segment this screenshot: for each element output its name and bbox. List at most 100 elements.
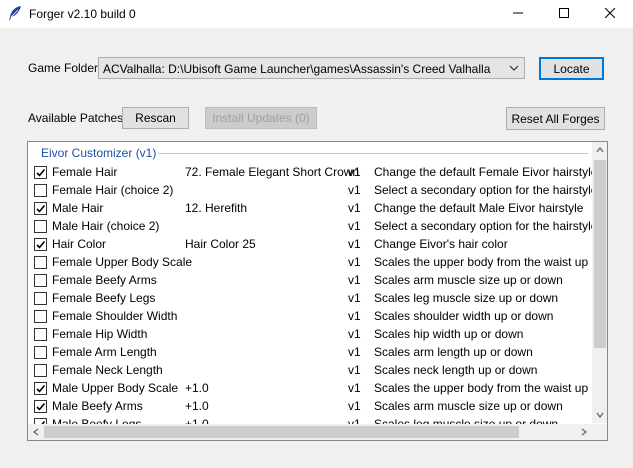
list-item[interactable]: Hair Color Hair Color 25 v1 Change Eivor's … [28,235,592,253]
patch-version: v1 [348,381,361,395]
game-folder-value: ACValhalla: D:\Ubisoft Game Launcher\gam… [103,62,491,76]
row-checkbox[interactable] [34,292,47,305]
row-checkbox[interactable] [34,238,47,251]
list-item[interactable]: Male Upper Body Scale +1.0 v1 Scales the up… [28,379,592,397]
patch-version: v1 [348,183,361,197]
window-title: Forger v2.10 build 0 [29,7,136,21]
patch-name: Male Hair [52,201,104,215]
list-item[interactable]: Female Shoulder Width v1 Scales shoulder w… [28,307,592,325]
patch-version: v1 [348,255,361,269]
game-folder-label: Game Folder [28,61,99,75]
row-checkbox[interactable] [34,400,47,413]
scroll-down-icon[interactable] [592,407,607,423]
row-checkbox[interactable] [34,220,47,233]
patch-version: v1 [348,237,361,251]
patch-list[interactable]: Eivor Customizer (v1) Female Hair 72. Fem… [27,141,608,441]
group-divider [158,153,588,154]
patch-version: v1 [348,309,361,323]
patch-version: v1 [348,219,361,233]
patch-description: Scales the upper body from the waist up [374,255,589,269]
list-item[interactable]: Male Beefy Arms +1.0 v1 Scales arm muscle s… [28,397,592,415]
patch-name: Female Neck Length [52,363,163,377]
patch-name: Female Hair [52,165,118,179]
patch-description: Scales neck length up or down [374,363,538,377]
vertical-scrollbar[interactable] [592,142,607,423]
patch-name: Female Hip Width [52,327,148,341]
horizontal-scroll-thumb[interactable] [44,426,519,438]
patch-description: Change the default Male Eivor hairstyle [374,201,584,215]
group-header: Eivor Customizer (v1) [41,146,157,160]
patch-name: Female Shoulder Width [52,309,178,323]
patch-description: Scales arm muscle size up or down [374,399,563,413]
patch-name: Female Upper Body Scale [52,255,193,269]
patch-description: Change the default Female Eivor hairstyl… [374,165,592,179]
patch-name: Female Arm Length [52,345,157,359]
patch-version: v1 [348,273,361,287]
patch-name: Female Beefy Legs [52,291,156,305]
row-checkbox[interactable] [34,346,47,359]
patch-value: 72. Female Elegant Short Crown [185,165,360,179]
patch-version: v1 [348,327,361,341]
patch-description: Select a secondary option for the hairst… [374,183,592,197]
patch-description: Scales leg muscle size up or down [374,291,559,305]
patch-value: 12. Herefith [185,201,248,215]
patch-version: v1 [348,345,361,359]
maximize-button[interactable] [541,0,587,28]
list-item[interactable]: Female Beefy Legs v1 Scales leg muscle siz… [28,289,592,307]
install-updates-button[interactable]: Install Updates (0) [205,107,317,129]
scroll-corner [592,424,607,440]
quill-feather-icon [7,5,23,21]
patch-version: v1 [348,399,361,413]
row-checkbox[interactable] [34,184,47,197]
list-item[interactable]: Male Hair (choice 2) v1 Select a secondary… [28,217,592,235]
reset-all-forges-button[interactable]: Reset All Forges [506,107,605,130]
rescan-button[interactable]: Rescan [122,107,189,129]
scroll-left-icon[interactable] [28,424,44,440]
patch-name: Female Hair (choice 2) [52,183,174,197]
patch-version: v1 [348,291,361,305]
row-checkbox[interactable] [34,202,47,215]
row-checkbox[interactable] [34,274,47,287]
list-item[interactable]: Female Upper Body Scale v1 Scales the uppe… [28,253,592,271]
list-item[interactable]: Female Arm Length v1 Scales arm length up … [28,343,592,361]
patch-name: Female Beefy Arms [52,273,157,287]
patch-version: v1 [348,363,361,377]
list-item[interactable]: Female Hip Width v1 Scales hip width up or… [28,325,592,343]
patch-description: Change Eivor's hair color [374,237,508,251]
list-item[interactable]: Female Beefy Arms v1 Scales arm muscle siz… [28,271,592,289]
game-folder-select[interactable]: ACValhalla: D:\Ubisoft Game Launcher\gam… [98,57,525,79]
patch-name: Hair Color [52,237,107,251]
list-item[interactable]: Female Hair (choice 2) v1 Select a seconda… [28,181,592,199]
close-icon [604,7,616,21]
available-patches-label: Available Patches [28,111,124,125]
maximize-icon [559,7,569,21]
patch-description: Scales arm muscle size up or down [374,273,563,287]
patch-name: Male Hair (choice 2) [52,219,160,233]
list-item[interactable]: Female Hair 72. Female Elegant Short Crow… [28,163,592,181]
list-item[interactable]: Male Hair 12. Herefith v1 Change the defaul… [28,199,592,217]
patch-description: Scales hip width up or down [374,327,524,341]
minimize-icon [513,7,523,21]
horizontal-scrollbar[interactable] [28,424,592,440]
row-checkbox[interactable] [34,382,47,395]
row-checkbox[interactable] [34,310,47,323]
patch-description: Scales shoulder width up or down [374,309,554,323]
patch-description: Scales arm length up or down [374,345,533,359]
row-checkbox[interactable] [34,256,47,269]
patch-description: Scales the upper body from the waist up [374,381,589,395]
patch-version: v1 [348,201,361,215]
minimize-button[interactable] [495,0,541,28]
patch-value: +1.0 [185,381,209,395]
scroll-right-icon[interactable] [576,424,592,440]
patch-name: Male Upper Body Scale [52,381,179,395]
vertical-scroll-thumb[interactable] [594,160,606,348]
row-checkbox[interactable] [34,328,47,341]
patch-name: Male Beefy Arms [52,399,143,413]
list-item[interactable]: Female Neck Length v1 Scales neck length u… [28,361,592,379]
row-checkbox[interactable] [34,364,47,377]
row-checkbox[interactable] [34,166,47,179]
scroll-up-icon[interactable] [592,142,607,158]
locate-button[interactable]: Locate [539,57,604,80]
close-button[interactable] [587,0,633,28]
title-bar[interactable]: Forger v2.10 build 0 [0,0,633,28]
